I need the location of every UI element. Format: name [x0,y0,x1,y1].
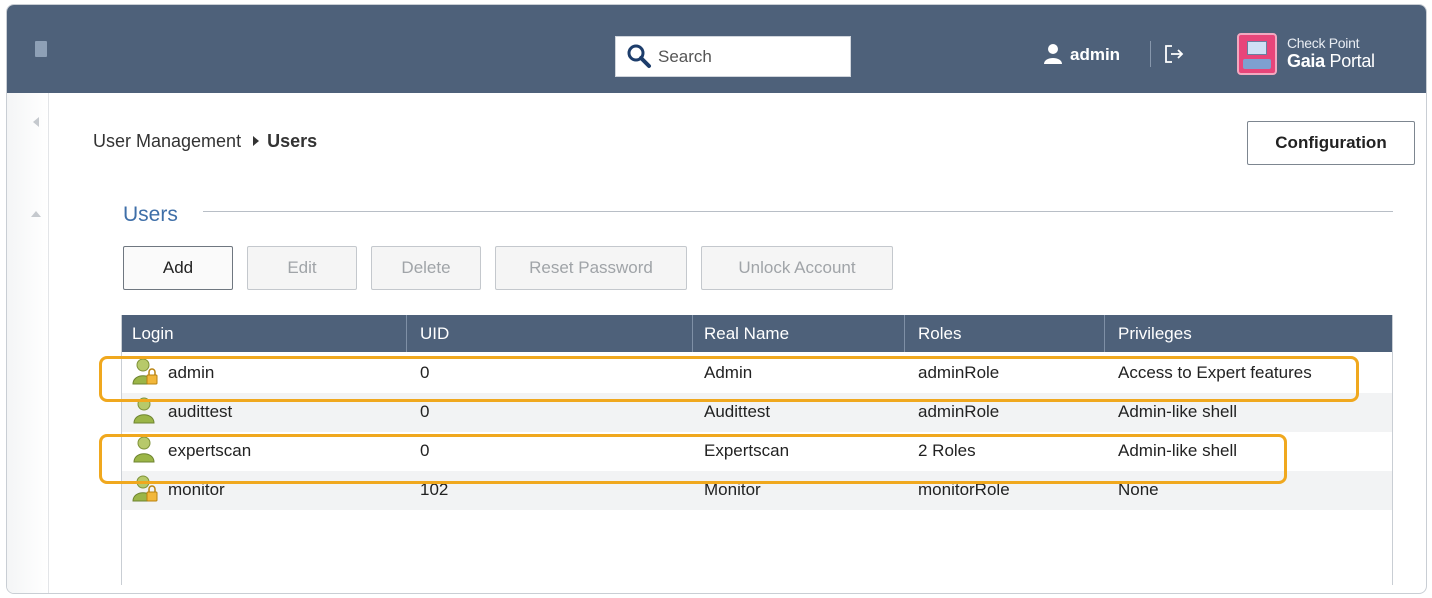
delete-button[interactable]: Delete [371,246,481,290]
column-header-real-name[interactable]: Real Name [704,324,789,344]
highlight-admin-row [99,356,1359,402]
left-sidebar [7,5,49,593]
configuration-button[interactable]: Configuration [1247,121,1415,165]
gaia-logo-icon [1237,33,1277,75]
cell-login: audittest [168,402,233,421]
unlock-account-button[interactable]: Unlock Account [701,246,893,290]
column-header-roles[interactable]: Roles [918,324,961,344]
column-divider [904,315,905,352]
column-header-uid[interactable]: UID [420,324,449,344]
edit-button[interactable]: Edit [247,246,357,290]
add-button[interactable]: Add [123,246,233,290]
top-bar: Search admin Check Point Gaia Portal [49,5,1426,93]
logout-icon[interactable] [1163,43,1185,65]
logo-screen [1247,41,1267,55]
search-icon [627,44,651,68]
cell-real-name: Audittest [704,402,771,421]
breadcrumb-current: Users [267,131,318,151]
scroll-up-icon[interactable] [31,211,41,217]
user-icon [1044,44,1062,64]
column-header-login[interactable]: Login [132,324,174,344]
cell-privileges: Admin-like shell [1118,402,1238,421]
search-placeholder: Search [658,47,712,66]
document-icon[interactable] [35,41,47,57]
column-divider [406,315,407,352]
logo-product-rest: Portal [1324,51,1376,71]
logo-base [1243,59,1271,69]
column-header-privileges[interactable]: Privileges [1118,324,1192,344]
logo-brand-text: Check Point [1287,35,1360,51]
breadcrumb: User Management Users [93,131,317,152]
reset-password-button[interactable]: Reset Password [495,246,687,290]
sidebar-header [7,5,49,93]
current-user-name[interactable]: admin [1070,45,1120,65]
app-window: Search admin Check Point Gaia Portal Use… [6,4,1427,594]
highlight-expertscan-row [99,434,1287,484]
column-divider [692,315,693,352]
breadcrumb-separator-icon [253,136,260,146]
logo-product-bold: Gaia [1287,51,1325,71]
search-input[interactable]: Search [615,36,851,77]
column-divider [1104,315,1105,352]
table-header: Login UID Real Name Roles Privileges [122,315,1392,352]
section-divider [203,211,1393,212]
breadcrumb-parent[interactable]: User Management [93,131,241,151]
section-title: Users [123,203,178,226]
cell-roles: adminRole [918,402,1000,421]
logo-product-text: Gaia Portal [1287,51,1375,72]
collapse-sidebar-icon[interactable] [33,117,39,127]
header-divider [1150,41,1151,67]
cell-uid: 0 [420,402,430,421]
